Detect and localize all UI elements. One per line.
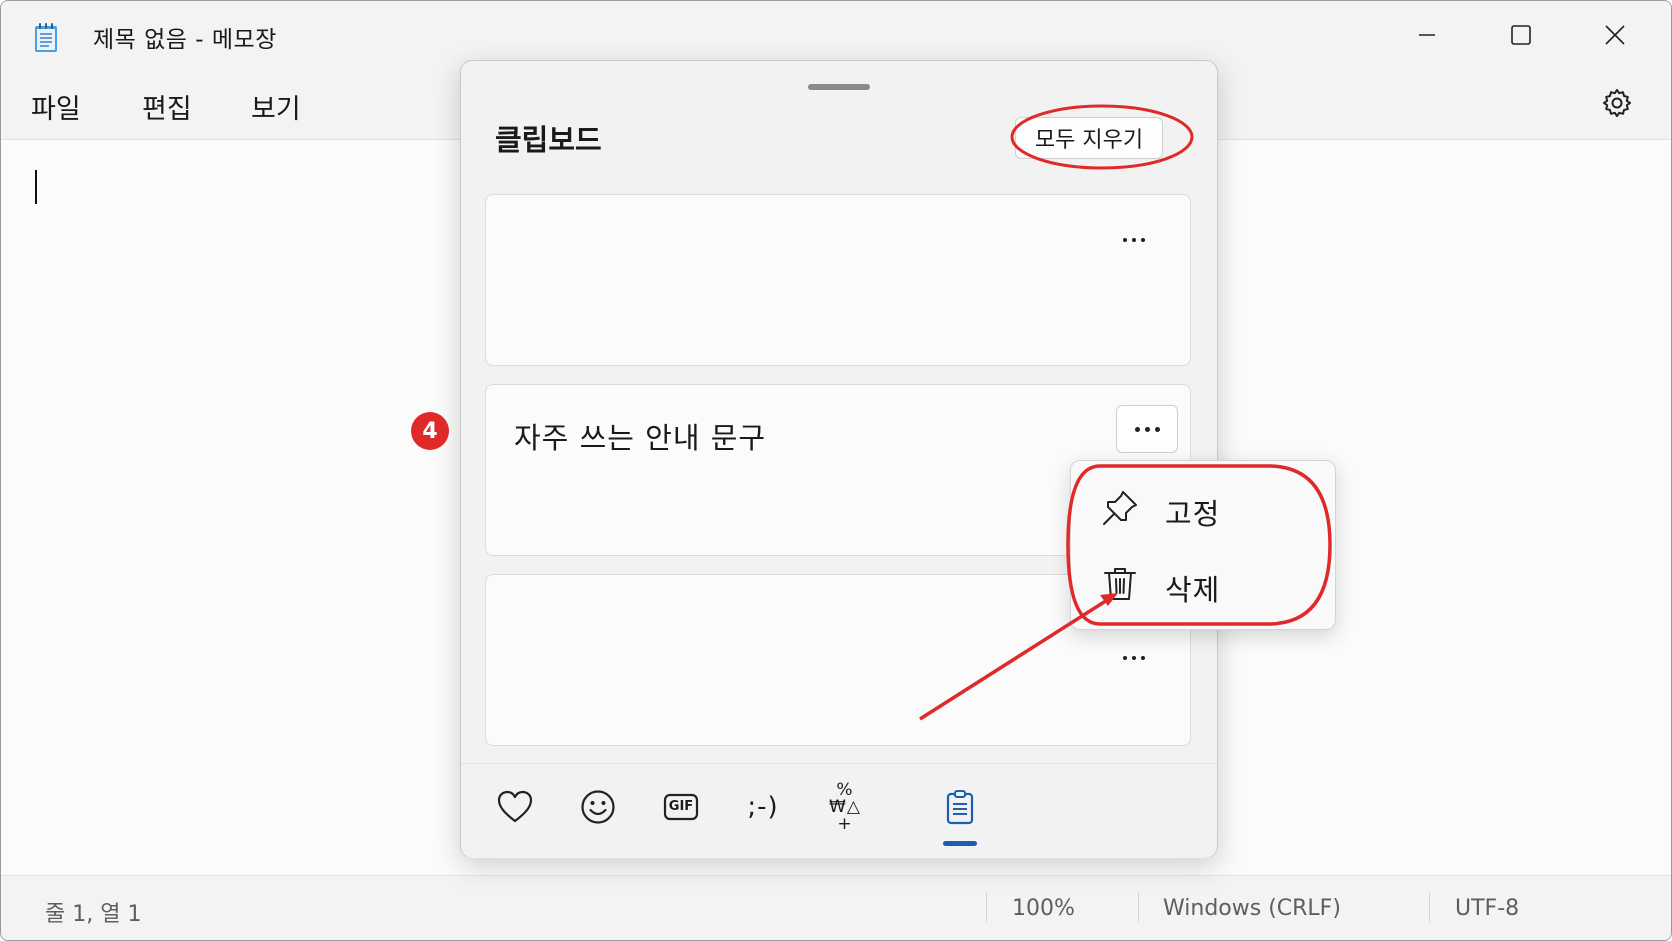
drag-handle[interactable] <box>808 84 870 90</box>
title-bar: 제목 없음 - 메모장 <box>1 1 1671 67</box>
minimize-icon <box>1419 34 1435 36</box>
tab-emoji[interactable] <box>570 782 626 832</box>
menu-view[interactable]: 보기 <box>251 87 301 126</box>
close-icon <box>1605 25 1625 45</box>
clipboard-item-context-menu: 고정 삭제 <box>1070 460 1336 630</box>
delete-menu-item[interactable]: 삭제 <box>1071 549 1335 619</box>
clipboard-item-text: 자주 쓰는 안내 문구 <box>514 421 767 455</box>
maximize-button[interactable] <box>1491 13 1551 57</box>
tab-kaomoji[interactable]: ;-) <box>735 782 791 832</box>
trash-icon <box>1104 568 1136 600</box>
status-divider <box>986 892 987 922</box>
encoding[interactable]: UTF-8 <box>1455 896 1519 921</box>
cursor-position: 줄 1, 열 1 <box>45 902 142 927</box>
window-title: 제목 없음 - 메모장 <box>93 27 277 53</box>
minimize-button[interactable] <box>1397 13 1457 57</box>
panel-tab-bar: GIF ;-) %₩△+ <box>461 763 1217 858</box>
symbols-icon: %₩△+ <box>829 779 861 834</box>
more-options-button[interactable] <box>1116 405 1178 453</box>
notepad-icon <box>35 23 57 52</box>
more-options-icon <box>1123 238 1145 242</box>
clipboard-icon <box>946 790 974 825</box>
tab-clipboard[interactable] <box>932 782 988 832</box>
gear-icon[interactable] <box>1601 87 1633 119</box>
pin-icon <box>1103 491 1137 525</box>
clear-all-button[interactable]: 모두 지우기 <box>1015 117 1163 159</box>
text-caret <box>35 170 37 204</box>
pin-label: 고정 <box>1165 497 1221 531</box>
tab-gif[interactable]: GIF <box>653 782 709 832</box>
more-options-button[interactable] <box>1104 217 1164 263</box>
smiley-icon <box>581 790 615 824</box>
status-bar: 줄 1, 열 1 100% Windows (CRLF) UTF-8 <box>1 875 1671 940</box>
heart-icon <box>497 790 533 823</box>
step-badge: 4 <box>411 412 449 450</box>
delete-label: 삭제 <box>1165 573 1221 607</box>
panel-title: 클립보드 <box>495 123 602 157</box>
more-options-icon <box>1123 656 1145 660</box>
pin-menu-item[interactable]: 고정 <box>1071 473 1335 543</box>
status-divider <box>1429 892 1430 922</box>
more-options-button[interactable] <box>1104 635 1164 681</box>
close-button[interactable] <box>1585 13 1645 57</box>
clipboard-item[interactable] <box>485 194 1191 366</box>
menu-edit[interactable]: 편집 <box>142 87 192 126</box>
tab-favorites[interactable] <box>487 782 543 832</box>
clipboard-panel: 클립보드 모두 지우기 자주 쓰는 안내 문구 GIF ;-) %₩△+ <box>460 60 1218 858</box>
line-ending[interactable]: Windows (CRLF) <box>1163 896 1341 921</box>
gif-label: GIF <box>668 799 694 814</box>
tab-symbols[interactable]: %₩△+ <box>817 779 873 834</box>
menu-file[interactable]: 파일 <box>31 87 81 126</box>
status-divider <box>1138 892 1139 922</box>
selected-tab-indicator <box>943 841 977 846</box>
kaomoji-icon: ;-) <box>747 792 779 822</box>
maximize-icon <box>1511 25 1531 45</box>
zoom-level[interactable]: 100% <box>1012 896 1075 921</box>
more-options-icon <box>1134 426 1160 432</box>
